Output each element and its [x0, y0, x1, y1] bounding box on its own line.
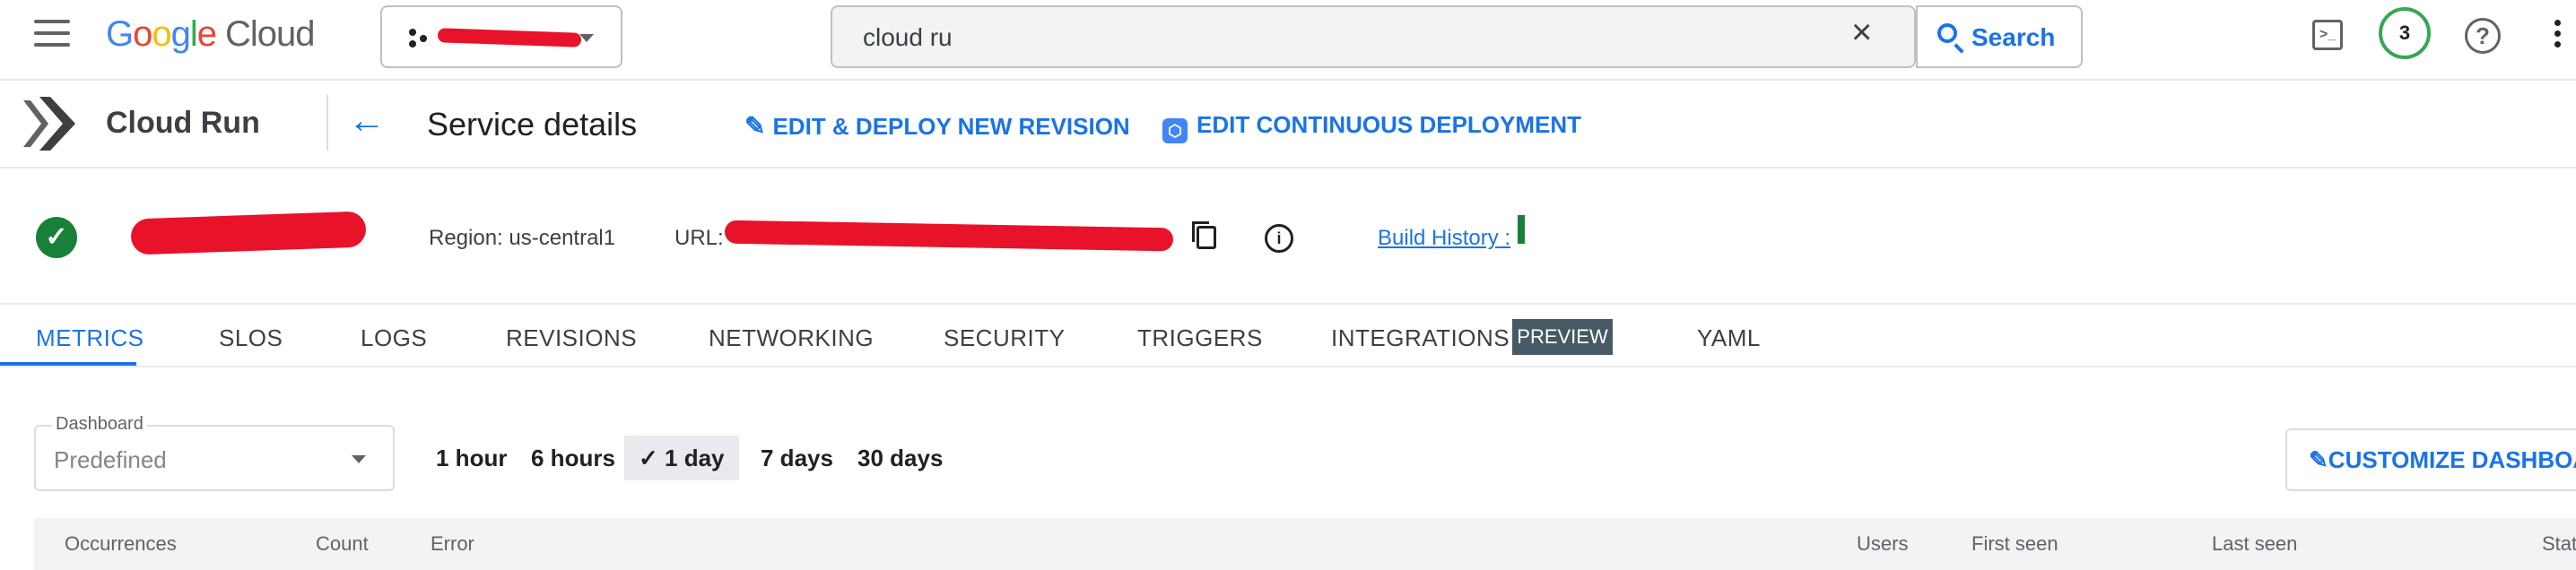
search-button[interactable]: Search — [1916, 5, 2083, 68]
back-arrow-icon[interactable]: ← — [348, 99, 386, 142]
close-icon[interactable]: × — [1851, 13, 1872, 53]
divider — [0, 79, 2576, 81]
chevron-down-icon — [579, 34, 594, 42]
cloud-shell-icon[interactable]: >_ — [2312, 20, 2343, 50]
column-header[interactable]: First seen — [1971, 532, 2058, 556]
search-icon — [1937, 23, 1957, 43]
customize-dashboard-button[interactable]: ✎CUSTOMIZE DASHBOARD — [2285, 428, 2576, 491]
cloud-build-icon: ⬡ — [1162, 118, 1188, 143]
dashboard-value: Predefined — [54, 446, 167, 473]
top-bar: Google Cloud cloud ru × Search >_ 3 ? — [0, 0, 2576, 75]
project-picker[interactable] — [380, 5, 622, 68]
dashboard-select[interactable]: Dashboard Predefined — [34, 414, 395, 491]
column-header[interactable]: Users — [1857, 532, 1908, 556]
range-30-days[interactable]: 30 days — [857, 436, 943, 480]
dashboard-label: Dashboard — [52, 414, 147, 435]
build-history-link[interactable]: Build History : — [1378, 226, 1510, 251]
tab-triggers[interactable]: TRIGGERS — [1137, 324, 1263, 352]
build-status-bar — [1518, 215, 1525, 244]
divider — [326, 95, 328, 151]
tab-security[interactable]: SECURITY — [944, 324, 1065, 352]
search-bar: cloud ru × Search — [831, 5, 2083, 68]
more-vert-icon[interactable] — [2554, 20, 2562, 54]
edit-continuous-deployment-button[interactable]: ⬡ EDIT CONTINUOUS DEPLOYMENT — [1162, 111, 1581, 143]
range-7-days[interactable]: 7 days — [761, 436, 833, 480]
project-name-redacted — [437, 28, 582, 48]
tab-integrations[interactable]: INTEGRATIONS — [1331, 324, 1510, 352]
column-header[interactable]: Status — [2542, 532, 2576, 556]
column-header[interactable]: Occurrences — [65, 532, 177, 556]
page-title: Service details — [427, 106, 638, 142]
project-icon — [409, 29, 427, 48]
range-1-day[interactable]: ✓ 1 day — [624, 436, 739, 480]
info-icon[interactable]: i — [1265, 224, 1293, 253]
tab-networking[interactable]: NETWORKING — [709, 324, 874, 352]
service-name-redacted — [130, 211, 367, 255]
table-header: Occurrences Count Error Users First seen… — [34, 518, 2576, 570]
divider — [0, 366, 2576, 367]
column-header[interactable]: Last seen — [2212, 532, 2297, 556]
status-ok-icon: ✓ — [36, 217, 77, 258]
divider — [0, 167, 2576, 168]
main-menu-icon[interactable] — [34, 20, 70, 52]
search-input[interactable]: cloud ru — [863, 23, 953, 52]
cloud-run-logo-icon — [23, 95, 77, 152]
column-header[interactable]: Count — [316, 532, 369, 556]
range-1-hour[interactable]: 1 hour — [436, 436, 507, 480]
url-label: URL: — [674, 226, 724, 250]
google-cloud-logo[interactable]: Google Cloud — [106, 14, 316, 55]
region-label: Region: us-central1 — [429, 226, 616, 250]
chevron-down-icon — [352, 455, 366, 463]
tab-metrics[interactable]: METRICS — [36, 324, 144, 352]
range-6-hours[interactable]: 6 hours — [531, 436, 615, 480]
pencil-icon: ✎ — [744, 112, 766, 140]
copy-icon[interactable] — [1192, 221, 1216, 249]
notifications-badge[interactable]: 3 — [2379, 7, 2431, 59]
tab-logs[interactable]: LOGS — [361, 324, 427, 352]
column-header[interactable]: Error — [431, 532, 474, 556]
divider — [0, 303, 2576, 305]
tab-slos[interactable]: SLOS — [219, 324, 283, 352]
help-icon[interactable]: ? — [2465, 18, 2501, 54]
edit-deploy-button[interactable]: ✎ EDIT & DEPLOY NEW REVISION — [744, 111, 1130, 141]
product-title: Cloud Run — [106, 106, 260, 140]
check-icon: ✓ — [639, 445, 658, 471]
pencil-icon: ✎ — [2309, 446, 2328, 473]
tab-revisions[interactable]: REVISIONS — [506, 324, 637, 352]
preview-badge: PREVIEW — [1512, 319, 1613, 355]
tab-yaml[interactable]: YAML — [1697, 324, 1761, 352]
